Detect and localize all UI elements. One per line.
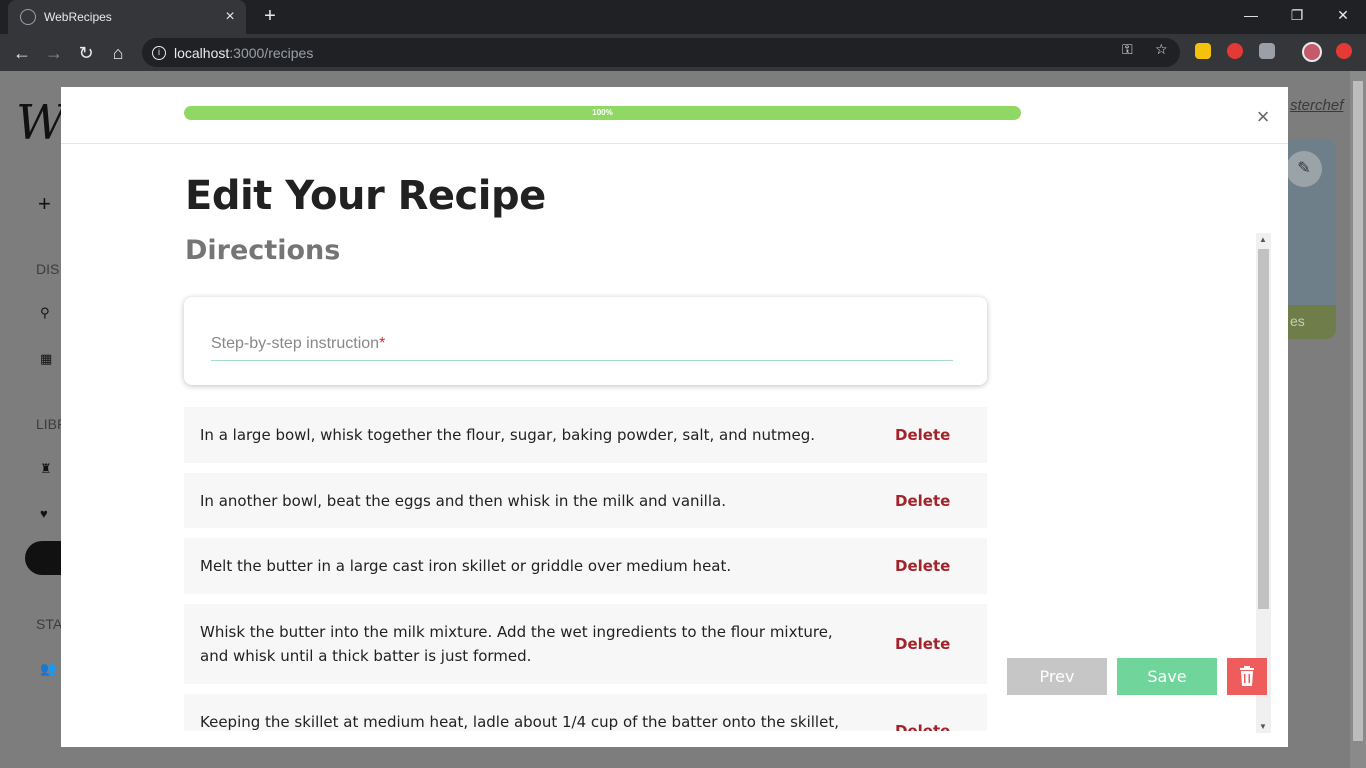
delete-button[interactable]: Delete <box>895 557 950 575</box>
heart-icon: ♥ <box>40 506 48 521</box>
restore-button[interactable]: ❐ <box>1274 0 1320 30</box>
chef-hat-icon: ♜ <box>40 461 52 476</box>
extension-icon[interactable] <box>1227 43 1243 59</box>
list-item: In another bowl, beat the eggs and then … <box>184 473 987 528</box>
step-text: Keeping the skillet at medium heat, ladl… <box>200 713 839 731</box>
list-item: Keeping the skillet at medium heat, ladl… <box>184 694 987 731</box>
browser-toolbar: ← → ↻ ⌂ i localhost:3000/recipes ⚿ ☆ <box>0 34 1366 71</box>
progress-fill: 100% <box>184 106 1021 120</box>
step-text: Whisk the butter into the milk mixture. … <box>200 623 833 665</box>
step-text: In a large bowl, whisk together the flou… <box>200 426 816 444</box>
new-tab-button[interactable]: + <box>258 4 282 28</box>
add-icon: + <box>38 191 51 216</box>
extension-icon[interactable] <box>1195 43 1211 59</box>
delete-recipe-button[interactable] <box>1227 658 1267 695</box>
edit-recipe-modal: 100% × Edit Your Recipe Directions Step-… <box>61 87 1288 747</box>
wordpress-icon <box>20 9 36 25</box>
step-text: Melt the butter in a large cast iron ski… <box>200 557 732 575</box>
list-item: In a large bowl, whisk together the flou… <box>184 407 987 463</box>
shield-extension-icon[interactable] <box>1259 43 1275 59</box>
key-icon[interactable]: ⚿ <box>1122 41 1133 58</box>
tab-title: WebRecipes <box>44 10 112 24</box>
sidebar-heading: STA <box>36 616 63 632</box>
bookmark-star-icon[interactable]: ☆ <box>1155 41 1168 58</box>
card-label: es <box>1280 305 1336 339</box>
list-item: Melt the butter in a large cast iron ski… <box>184 538 987 594</box>
grid-icon: ▦ <box>40 351 53 366</box>
close-icon[interactable]: × <box>1253 106 1273 128</box>
instruction-input[interactable] <box>211 325 953 361</box>
users-icon: 👥 <box>40 661 57 676</box>
delete-button[interactable]: Delete <box>895 426 950 444</box>
address-bar[interactable]: i localhost:3000/recipes <box>142 38 1180 67</box>
url-path: :3000/recipes <box>229 44 314 61</box>
update-icon[interactable] <box>1336 43 1352 59</box>
browser-tabbar: WebRecipes × + — ❐ ✕ <box>0 0 1366 34</box>
user-link: sterchef <box>1290 97 1344 114</box>
directions-list: In a large bowl, whisk together the flou… <box>184 407 987 731</box>
page-scrollbar[interactable] <box>1350 71 1366 768</box>
sidebar-heading: DIS <box>36 261 60 277</box>
minimize-button[interactable]: — <box>1228 0 1274 30</box>
step-text: In another bowl, beat the eggs and then … <box>200 491 726 510</box>
site-info-icon[interactable]: i <box>152 45 166 60</box>
search-icon: ⚲ <box>40 305 50 320</box>
trash-icon <box>1240 666 1254 686</box>
page-scrollbar-thumb[interactable] <box>1353 81 1363 741</box>
browser-tab[interactable]: WebRecipes × <box>8 0 246 34</box>
prev-button[interactable]: Prev <box>1007 658 1107 695</box>
delete-button[interactable]: Delete <box>895 722 950 731</box>
modal-header: 100% × <box>61 87 1288 144</box>
reload-button[interactable]: ↻ <box>73 40 99 66</box>
pencil-icon: ✎ <box>1286 151 1322 187</box>
home-button[interactable]: ⌂ <box>105 40 131 66</box>
back-button[interactable]: ← <box>9 40 35 66</box>
url-host: localhost <box>174 44 230 61</box>
recipe-card: ✎ es <box>1280 139 1336 339</box>
close-window-button[interactable]: ✕ <box>1320 0 1366 30</box>
instruction-input-card: Step-by-step instruction* <box>184 297 987 385</box>
save-button[interactable]: Save <box>1117 658 1217 695</box>
tab-close-icon[interactable]: × <box>220 8 240 26</box>
progress-bar: 100% <box>184 106 1021 120</box>
forward-button[interactable]: → <box>41 40 67 66</box>
delete-button[interactable]: Delete <box>895 635 950 653</box>
list-item: Whisk the butter into the milk mixture. … <box>184 604 987 684</box>
page-title: Edit Your Recipe <box>185 173 546 219</box>
scroll-down-icon[interactable]: ▼ <box>1259 722 1267 731</box>
profile-avatar[interactable] <box>1302 42 1322 62</box>
scroll-up-icon[interactable]: ▲ <box>1259 235 1267 244</box>
section-title: Directions <box>185 235 341 266</box>
delete-button[interactable]: Delete <box>895 492 950 510</box>
modal-scrollbar-thumb[interactable] <box>1258 249 1269 609</box>
